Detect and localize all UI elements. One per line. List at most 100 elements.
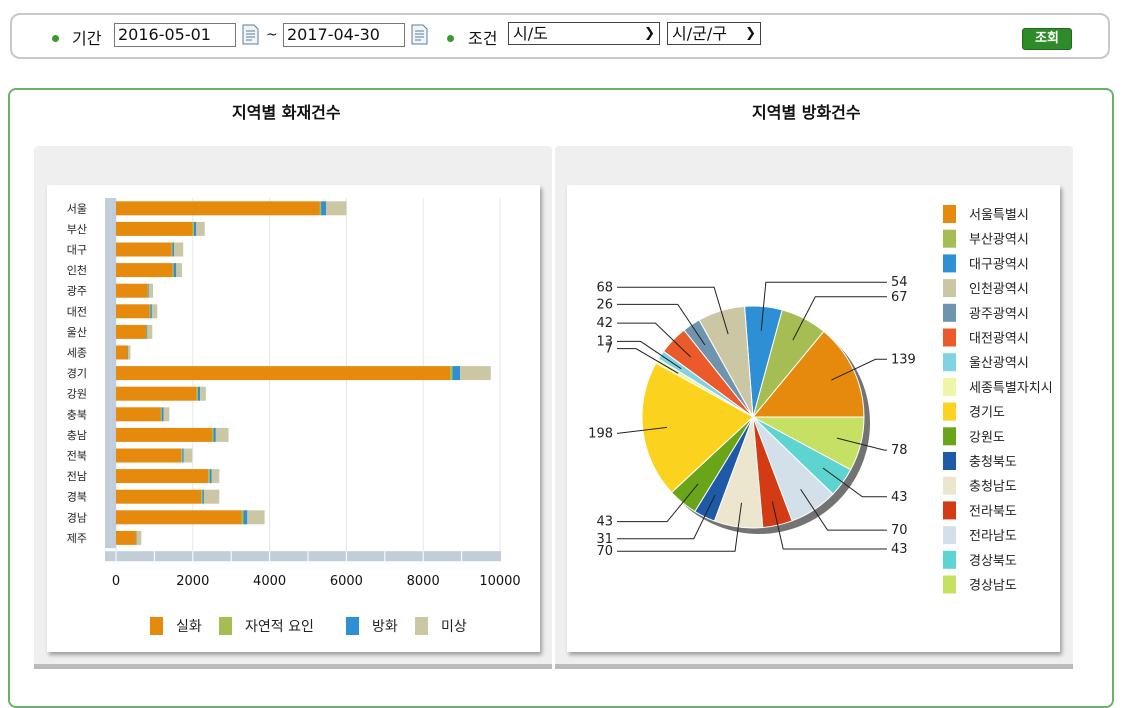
- legend-label: 강원도: [969, 430, 1005, 445]
- bar-segment: [216, 428, 229, 442]
- calendar-icon[interactable]: [411, 24, 428, 45]
- legend-label: 부산광역시: [969, 233, 1029, 248]
- bar-segment: [148, 284, 149, 298]
- start-date-input[interactable]: 2016-05-01: [114, 23, 236, 47]
- legend-swatch: [943, 576, 956, 594]
- bar-segment: [164, 407, 170, 421]
- bar-segment: [208, 469, 210, 483]
- legend-swatch: [943, 205, 956, 223]
- pie-data-label: 54: [891, 275, 908, 290]
- y-tick-label: 경남: [67, 511, 87, 524]
- legend-swatch: [943, 353, 956, 371]
- bar-segment: [128, 346, 130, 360]
- legend-swatch: [943, 329, 956, 347]
- legend-label: 세종특별자치시: [969, 381, 1053, 396]
- end-date-input[interactable]: 2017-04-30: [283, 23, 405, 47]
- bar-segment: [201, 490, 202, 504]
- bar-segment: [162, 407, 164, 421]
- bar-segment: [196, 222, 204, 236]
- divider: [555, 664, 1073, 669]
- divider: [34, 664, 552, 669]
- bar-segment: [212, 469, 220, 483]
- legend-label: 대구광역시: [969, 257, 1029, 272]
- x-tick-label: 4000: [253, 574, 286, 589]
- y-tick-label: 대전: [67, 305, 87, 318]
- bar-segment: [116, 304, 150, 318]
- legend-swatch: [943, 378, 956, 396]
- bar-segment: [116, 243, 172, 257]
- legend-swatch: [943, 452, 956, 470]
- legend-label: 충청북도: [969, 455, 1017, 470]
- legend-label: 미상: [441, 619, 467, 635]
- y-tick-label: 세종: [67, 347, 87, 360]
- bar-segment: [193, 222, 194, 236]
- y-tick-label: 충북: [67, 408, 87, 421]
- bar-segment: [116, 325, 146, 339]
- legend-label: 경상남도: [969, 579, 1017, 594]
- search-filter-bar: 기간 2016-05-01 ~ 2017-04-30 조건 시/도 ❯ 시/군/…: [10, 13, 1110, 59]
- arson-count-chart-title: 지역별 방화건수: [752, 99, 861, 123]
- bar-segment: [146, 325, 147, 339]
- pie-data-label: 42: [596, 316, 613, 331]
- bar-segment: [182, 449, 184, 463]
- bar-segment: [116, 366, 450, 380]
- fire-count-chart-title: 지역별 화재건수: [232, 99, 341, 123]
- bar-segment: [150, 304, 151, 318]
- legend-label: 방화: [372, 619, 398, 635]
- legend-label: 울산광역시: [969, 356, 1029, 371]
- legend-label: 광주광역시: [969, 307, 1029, 322]
- bar-chart-card: 0200040006000800010000서울부산대구인천광주대전울산세종경기…: [47, 185, 540, 652]
- y-tick-label: 경기: [67, 367, 87, 380]
- legend-swatch: [943, 304, 956, 322]
- legend-swatch: [943, 254, 956, 272]
- bar-segment: [197, 387, 198, 401]
- legend-label: 자연적 요인: [245, 619, 314, 635]
- y-tick-label: 부산: [67, 223, 87, 236]
- x-axis-band: [105, 551, 501, 561]
- pie-data-label: 68: [596, 280, 613, 295]
- y-tick-label: 전남: [67, 470, 87, 483]
- bar-segment: [116, 263, 173, 277]
- district-select[interactable]: 시/군/구 ❯: [667, 22, 761, 45]
- bar-segment: [243, 510, 247, 524]
- y-tick-label: 광주: [67, 285, 87, 298]
- bar-segment: [198, 387, 200, 401]
- bar-segment: [147, 284, 148, 298]
- bar-segment: [214, 428, 216, 442]
- bar-segment: [172, 243, 173, 257]
- calendar-icon[interactable]: [242, 24, 259, 45]
- bar-segment: [116, 469, 208, 483]
- pie-data-label: 7: [605, 342, 613, 357]
- fire-count-bar-chart: 0200040006000800010000서울부산대구인천광주대전울산세종경기…: [47, 185, 540, 652]
- search-button[interactable]: 조회: [1022, 28, 1072, 50]
- bar-segment: [174, 243, 183, 257]
- province-select[interactable]: 시/도 ❯: [508, 22, 660, 45]
- legend-swatch: [943, 477, 956, 495]
- legend-swatch: [943, 230, 956, 248]
- pie-data-label: 70: [891, 523, 908, 538]
- legend-swatch: [943, 526, 956, 544]
- pie-data-label: 70: [596, 544, 613, 559]
- legend-swatch: [943, 279, 956, 297]
- x-tick-label: 2000: [176, 574, 209, 589]
- bar-segment: [321, 201, 326, 215]
- legend-label: 충청남도: [969, 480, 1017, 495]
- condition-label: 조건: [468, 25, 497, 49]
- bar-segment: [116, 449, 181, 463]
- bar-segment: [149, 284, 153, 298]
- legend-label: 경기도: [969, 406, 1005, 421]
- province-select-value: 시/도: [513, 24, 548, 43]
- bar-segment: [172, 243, 174, 257]
- legend-swatch: [943, 403, 956, 421]
- bar-segment: [202, 490, 204, 504]
- legend-label: 대전광역시: [969, 332, 1029, 347]
- bar-segment: [174, 263, 177, 277]
- bar-segment: [116, 490, 201, 504]
- legend-label: 전라남도: [969, 529, 1017, 544]
- pie-data-label: 43: [891, 542, 908, 557]
- bar-segment: [147, 325, 152, 339]
- bar-segment: [452, 366, 460, 380]
- bar-segment: [460, 366, 491, 380]
- bar-segment: [116, 510, 242, 524]
- bullet-icon: [447, 35, 454, 42]
